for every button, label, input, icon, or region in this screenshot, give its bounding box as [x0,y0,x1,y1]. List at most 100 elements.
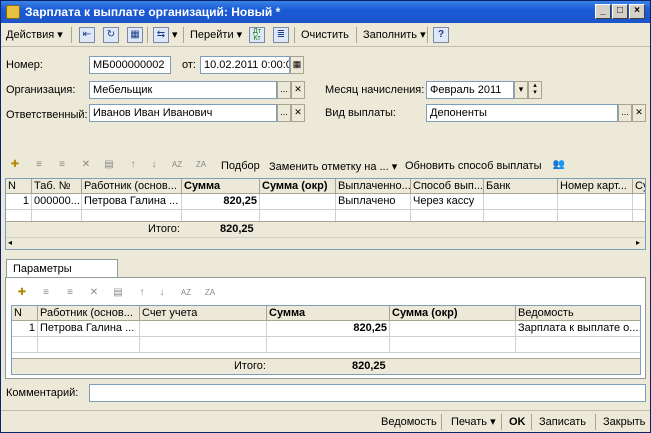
update-payment-method-button[interactable]: Обновить способ выплаты [405,160,541,172]
payment-params-table[interactable]: N Работник (основ... Счет учета Сумма Сумма … [11,305,641,375]
end-edit-payment-icon[interactable]: ▤ [110,286,126,302]
move-up-icon[interactable]: ↑ [125,158,141,174]
close-button[interactable]: Закрыть [599,414,649,430]
empty-cell[interactable] [390,337,516,353]
print-menu[interactable]: Печать ▾ [447,414,500,430]
column-header[interactable]: Выплаченно... [336,179,411,194]
column-header[interactable]: Сумма (окр) [390,306,516,321]
responsible-select-button[interactable]: ... [277,104,291,122]
table-cell[interactable] [484,194,558,210]
column-header[interactable]: Банк [484,179,558,194]
column-header[interactable]: Сумма [267,306,390,321]
column-header[interactable]: N [12,306,38,321]
table-cell[interactable] [140,321,267,337]
sort-asc-icon[interactable]: AZ [169,158,185,174]
sort-desc-icon[interactable]: ZA [193,158,209,174]
copy-row-icon[interactable]: ≡ [31,158,47,174]
column-header[interactable]: Счет учета [140,306,267,321]
select-button[interactable]: Подбор [221,160,260,172]
add-payment-row-icon[interactable]: ✚ [14,286,30,302]
move-down-icon[interactable]: ↓ [146,158,162,174]
edit-payment-row-icon[interactable]: ≡ [62,286,78,302]
maximize-button[interactable]: □ [612,4,628,19]
payment-type-select-button[interactable]: ... [618,104,632,122]
table-cell[interactable] [390,321,516,337]
empty-cell[interactable] [516,337,640,353]
table-cell[interactable]: Через кассу [411,194,484,210]
responsible-field[interactable]: Иванов Иван Иванович [89,104,277,122]
goto-menu[interactable]: Перейти ▾ [187,26,245,44]
table-cell[interactable]: Зарплата к выплате о... [516,321,640,337]
actions-menu[interactable]: Действия ▾ [3,26,66,44]
move-down-payment-icon[interactable]: ↓ [154,286,170,302]
copy-payment-row-icon[interactable]: ≡ [38,286,54,302]
organization-clear-button[interactable]: ✕ [291,81,305,99]
save-button[interactable]: Записать [535,414,590,430]
fill-menu[interactable]: Заполнить ▾ [360,26,429,44]
number-field[interactable]: МБ000000002 [89,56,171,74]
post-document-icon[interactable]: ⇆ [153,27,169,43]
month-dropdown-icon[interactable]: ▾ [514,81,528,99]
date-field[interactable]: 10.02.2011 0:00:00 [200,56,290,74]
month-spinner[interactable]: ▴ ▾ [528,81,542,99]
replace-mark-menu[interactable]: Заменить отметку на ... ▾ [269,160,397,173]
employees-icon[interactable]: 👥 [551,158,567,174]
table-cell[interactable]: Петрова Галина ... [82,194,182,210]
table-cell[interactable]: Петрова Галина ... [38,321,140,337]
column-header[interactable]: Ведомость [516,306,640,321]
column-header[interactable]: Таб. № [32,179,82,194]
help-button[interactable]: ? [433,27,449,43]
table-cell[interactable]: 000000... [32,194,82,210]
column-header[interactable]: Номер карт... [558,179,633,194]
column-header[interactable]: Работник (основ... [38,306,140,321]
table-cell[interactable] [260,194,336,210]
table-cell[interactable]: 820,25 [267,321,390,337]
statement-button[interactable]: Ведомость [377,414,441,430]
table-cell[interactable] [558,194,633,210]
edit-row-icon[interactable]: ≡ [54,158,70,174]
close-window-button[interactable]: × [629,4,645,19]
empty-cell[interactable] [140,337,267,353]
column-header[interactable]: Работник (основ... [82,179,182,194]
payment-type-clear-button[interactable]: ✕ [632,104,646,122]
structure-icon[interactable]: ▦ [127,27,143,43]
move-up-payment-icon[interactable]: ↑ [134,286,150,302]
report-icon[interactable]: ≣ [273,27,289,43]
column-header[interactable]: Су [633,179,645,194]
column-header[interactable]: Сумма [182,179,260,194]
column-header[interactable]: N [6,179,32,194]
refresh-icon[interactable]: ↻ [103,27,119,43]
back-arrow-icon[interactable]: ⇤ [79,27,95,43]
end-edit-icon[interactable]: ▤ [101,158,117,174]
table-cell[interactable] [633,194,645,210]
post-dropdown-arrow[interactable]: ▾ [169,26,181,44]
add-row-icon[interactable]: ✚ [7,158,23,174]
sort-desc-payment-icon[interactable]: ZA [202,286,218,302]
payroll-table[interactable]: N Таб. № Работник (основ... Сумма Сумма (окр… [5,178,646,250]
accrual-month-field[interactable]: Февраль 2011 [426,81,514,99]
delete-row-icon[interactable]: ✕ [78,158,94,174]
column-header[interactable]: Способ вып... [411,179,484,194]
organization-select-button[interactable]: ... [277,81,291,99]
table-cell[interactable]: 1 [12,321,38,337]
empty-cell[interactable] [12,337,38,353]
responsible-clear-button[interactable]: ✕ [291,104,305,122]
table-cell[interactable]: 1 [6,194,32,210]
empty-cell[interactable] [267,337,390,353]
column-header[interactable]: Сумма (окр) [260,179,336,194]
comment-field[interactable] [89,384,646,402]
payment-type-field[interactable]: Депоненты [426,104,618,122]
clear-button[interactable]: Очистить [298,26,352,44]
table-cell[interactable]: Выплачено [336,194,411,210]
empty-cell[interactable] [38,337,140,353]
title-bar[interactable]: Зарплата к выплате организаций: Новый * … [1,1,650,23]
dt-kt-icon[interactable]: Дт Кт [249,27,265,43]
horizontal-scrollbar[interactable]: ◂ ▸ [6,237,645,249]
organization-field[interactable]: Мебельщик [89,81,277,99]
delete-payment-row-icon[interactable]: ✕ [86,286,102,302]
minimize-button[interactable]: _ [595,4,611,19]
ok-button[interactable]: OK [505,414,530,430]
sort-asc-payment-icon[interactable]: AZ [178,286,194,302]
calendar-icon[interactable]: ▦ [290,56,304,74]
table-cell[interactable]: 820,25 [182,194,260,210]
